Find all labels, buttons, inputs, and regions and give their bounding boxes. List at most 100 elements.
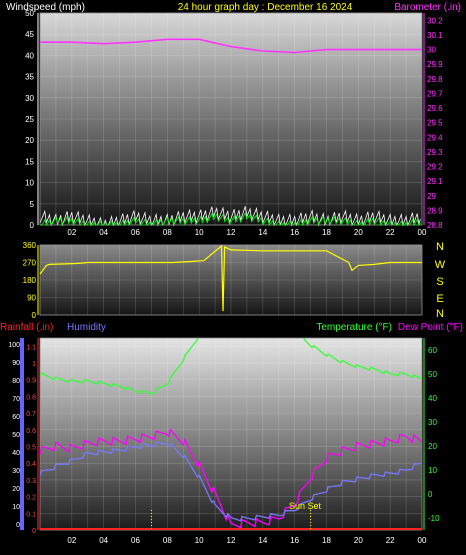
rain-tick-label: 1.1 bbox=[26, 344, 36, 351]
humidity-tick-label: 90 bbox=[12, 360, 20, 367]
direction-tick-label: 90 bbox=[27, 294, 36, 303]
humidity-label: Humidity bbox=[67, 322, 106, 333]
x-tick-label: 00 bbox=[418, 228, 427, 237]
x-tick-label: 00 bbox=[418, 536, 427, 545]
barometer-label: Barometer (.in) bbox=[394, 2, 461, 13]
y2-tick-label: 30.1 bbox=[427, 31, 443, 40]
x-tick-label: 18 bbox=[322, 536, 331, 545]
x-tick-label: 12 bbox=[227, 228, 236, 237]
x-tick-label: 04 bbox=[99, 536, 108, 545]
compass-n-top: N bbox=[436, 241, 444, 253]
humidity-tick-label: 30 bbox=[12, 468, 20, 475]
temp-tick-label: 50 bbox=[428, 370, 437, 379]
y-tick-label: 50 bbox=[25, 9, 34, 18]
rain-tick-label: 0.9 bbox=[26, 378, 36, 385]
temp-tick-label: 60 bbox=[428, 346, 437, 355]
humidity-tick-label: 0 bbox=[16, 522, 20, 529]
compass-e: E bbox=[436, 293, 443, 305]
y-tick-label: 25 bbox=[25, 115, 34, 124]
x-tick-label: 04 bbox=[99, 228, 108, 237]
humidity-tick-label: 40 bbox=[12, 450, 20, 457]
y-tick-label: 5 bbox=[30, 200, 35, 209]
humidity-tick-label: 80 bbox=[12, 378, 20, 385]
x-tick-label: 22 bbox=[386, 536, 395, 545]
y2-tick-label: 29.3 bbox=[427, 148, 443, 157]
x-tick-label: 14 bbox=[258, 536, 267, 545]
y2-tick-label: 29.5 bbox=[427, 119, 443, 128]
humidity-tick-label: 70 bbox=[12, 396, 20, 403]
temp-tick-label: 40 bbox=[428, 394, 437, 403]
x-tick-label: 12 bbox=[227, 536, 236, 545]
y-tick-label: 30 bbox=[25, 94, 34, 103]
humidity-tick-label: 60 bbox=[12, 414, 20, 421]
dewpoint-label: Dew Point (°F) bbox=[398, 322, 463, 333]
x-tick-label: 14 bbox=[258, 228, 267, 237]
sunset-annotation: Sun Set bbox=[289, 501, 322, 511]
y2-tick-label: 29.2 bbox=[427, 163, 443, 172]
y2-tick-label: 29 bbox=[427, 192, 436, 201]
x-tick-label: 16 bbox=[290, 536, 299, 545]
y-tick-label: 0 bbox=[30, 221, 35, 230]
graph-title: 24 hour graph day : December 16 2024 bbox=[178, 2, 353, 13]
rain-tick-label: 0.4 bbox=[26, 461, 36, 468]
temp-tick-label: 0 bbox=[428, 490, 433, 499]
compass-n-bottom: N bbox=[436, 308, 444, 320]
direction-tick-label: 180 bbox=[23, 276, 37, 285]
x-tick-label: 16 bbox=[290, 228, 299, 237]
humidity-tick-label: 10 bbox=[12, 504, 20, 511]
x-tick-label: 10 bbox=[195, 536, 204, 545]
x-tick-label: 10 bbox=[195, 228, 204, 237]
direction-tick-label: 360 bbox=[23, 241, 37, 250]
y-tick-label: 40 bbox=[25, 51, 34, 60]
y2-tick-label: 28.8 bbox=[427, 221, 443, 230]
y2-tick-label: 30 bbox=[427, 46, 436, 55]
weather-graph: Windspeed (mph) 24 hour graph day : Dece… bbox=[0, 2, 463, 545]
rain-tick-label: 0.2 bbox=[26, 495, 36, 502]
y2-tick-label: 29.1 bbox=[427, 177, 443, 186]
y-tick-label: 45 bbox=[25, 30, 34, 39]
x-tick-label: 18 bbox=[322, 228, 331, 237]
rainfall-label: Rainfall (.in) bbox=[0, 322, 53, 333]
x-tick-label: 08 bbox=[163, 536, 172, 545]
y2-tick-label: 29.8 bbox=[427, 75, 443, 84]
rain-tick-label: 0 bbox=[32, 528, 36, 535]
y-tick-label: 15 bbox=[25, 157, 34, 166]
x-tick-label: 06 bbox=[131, 536, 140, 545]
y2-tick-label: 29.6 bbox=[427, 104, 443, 113]
rain-tick-label: 0.8 bbox=[26, 394, 36, 401]
temp-tick-label: 10 bbox=[428, 466, 437, 475]
y2-tick-label: 29.4 bbox=[427, 133, 443, 142]
rain-tick-label: 0.3 bbox=[26, 478, 36, 485]
y2-tick-label: 29.7 bbox=[427, 89, 443, 98]
y-tick-label: 35 bbox=[25, 73, 34, 82]
rain-tick-label: 0.5 bbox=[26, 445, 36, 452]
rain-tick-label: 0.7 bbox=[26, 411, 36, 418]
y-tick-label: 10 bbox=[25, 179, 34, 188]
x-tick-label: 20 bbox=[354, 228, 363, 237]
compass-s: S bbox=[436, 276, 443, 288]
rain-tick-label: 0.6 bbox=[26, 428, 36, 435]
y-tick-label: 20 bbox=[25, 136, 34, 145]
windspeed-label: Windspeed (mph) bbox=[6, 2, 85, 13]
x-tick-label: 08 bbox=[163, 228, 172, 237]
temp-tick-label: -10 bbox=[428, 514, 440, 523]
rain-tick-label: 0.1 bbox=[26, 511, 36, 518]
y2-tick-label: 30.2 bbox=[427, 16, 443, 25]
y2-tick-label: 28.9 bbox=[427, 206, 443, 215]
direction-tick-label: 0 bbox=[32, 311, 37, 320]
x-tick-label: 22 bbox=[386, 228, 395, 237]
x-tick-label: 02 bbox=[67, 228, 76, 237]
x-tick-label: 06 bbox=[131, 228, 140, 237]
y2-tick-label: 29.9 bbox=[427, 60, 443, 69]
temp-tick-label: 30 bbox=[428, 418, 437, 427]
humidity-tick-label: 50 bbox=[12, 432, 20, 439]
humidity-tick-label: 100 bbox=[8, 342, 20, 349]
compass-w: W bbox=[435, 259, 446, 271]
direction-tick-label: 270 bbox=[23, 259, 37, 268]
x-tick-label: 02 bbox=[67, 536, 76, 545]
x-tick-label: 20 bbox=[354, 536, 363, 545]
temperature-label: Temperature (°F) bbox=[316, 322, 392, 333]
humidity-tick-label: 20 bbox=[12, 486, 20, 493]
rain-tick-label: 1 bbox=[32, 361, 36, 368]
temp-tick-label: 20 bbox=[428, 442, 437, 451]
